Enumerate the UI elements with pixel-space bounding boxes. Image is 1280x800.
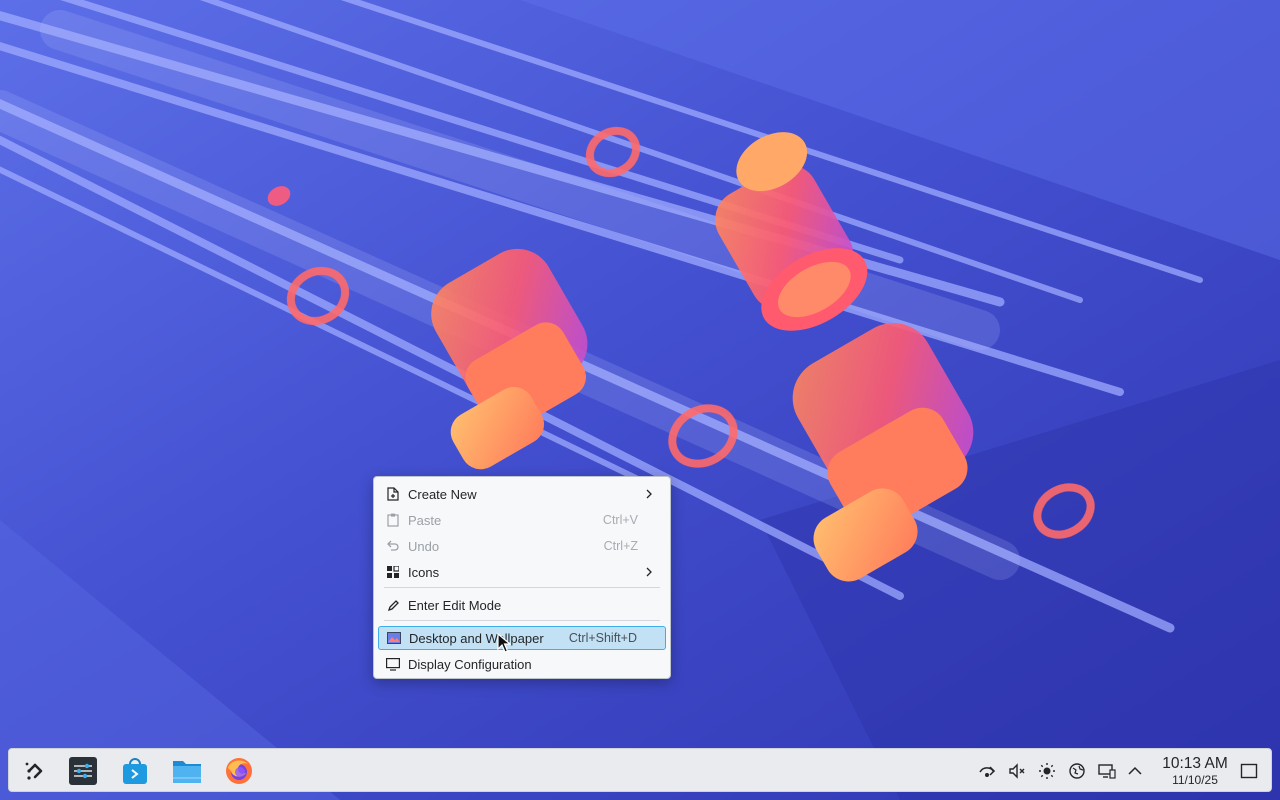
discover-button[interactable] — [119, 755, 151, 787]
system-settings-button[interactable] — [67, 755, 99, 787]
desktop-wallpaper — [0, 0, 1280, 800]
menu-item-shortcut: Ctrl+Z — [603, 539, 638, 553]
tray-volume[interactable] — [1007, 761, 1027, 781]
edit-pencil-icon — [386, 598, 400, 612]
menu-item-display-configuration[interactable]: Display Configuration — [378, 652, 666, 676]
create-new-icon — [386, 487, 400, 501]
menu-item-shortcut: Ctrl+Shift+D — [568, 631, 637, 645]
show-desktop-button[interactable] — [1239, 761, 1259, 781]
clock-date[interactable]: 11/10/25 — [1155, 773, 1235, 787]
dolphin-file-manager-button[interactable] — [171, 755, 203, 787]
menu-item-desktop-and-wallpaper[interactable]: Desktop and Wallpaper Ctrl+Shift+D — [378, 626, 666, 650]
menu-separator — [384, 620, 660, 621]
undo-icon — [386, 539, 400, 553]
network-icon — [979, 766, 996, 777]
menu-item-paste[interactable]: Paste Ctrl+V — [378, 508, 666, 532]
paste-icon — [386, 513, 400, 527]
settings-sliders-icon — [69, 757, 97, 785]
chevron-up-icon — [1128, 766, 1142, 775]
tray-globe[interactable] — [1067, 761, 1087, 781]
show-desktop-icon — [1240, 763, 1258, 779]
menu-item-enter-edit-mode[interactable]: Enter Edit Mode — [378, 593, 666, 617]
icons-grid-icon — [386, 565, 400, 579]
kde-launcher-icon — [25, 762, 43, 780]
brightness-icon — [1039, 763, 1055, 779]
tray-expand[interactable] — [1125, 761, 1145, 781]
firefox-icon — [226, 758, 252, 784]
menu-item-label: Enter Edit Mode — [408, 597, 502, 613]
menu-item-label: Icons — [408, 564, 440, 580]
display-icon — [386, 657, 400, 671]
chevron-right-icon — [642, 564, 656, 580]
menu-item-create-new[interactable]: Create New — [378, 482, 666, 506]
chevron-right-icon — [642, 486, 656, 502]
firefox-button[interactable] — [223, 755, 255, 787]
wallpaper-icon — [387, 631, 401, 645]
tray-display[interactable] — [1097, 761, 1117, 781]
menu-item-shortcut: Ctrl+V — [602, 513, 638, 527]
clock-time[interactable]: 10:13 AM — [1155, 755, 1235, 773]
menu-item-icons[interactable]: Icons — [378, 560, 666, 584]
menu-item-label: Display Configuration — [408, 656, 532, 672]
globe-icon — [1069, 763, 1085, 779]
folder-icon — [173, 761, 201, 783]
menu-item-undo[interactable]: Undo Ctrl+Z — [378, 534, 666, 558]
menu-separator — [384, 587, 660, 588]
application-launcher-button[interactable] — [19, 755, 51, 787]
display-tray-icon — [1098, 764, 1116, 779]
discover-bag-icon — [123, 758, 147, 784]
volume-muted-icon — [1009, 763, 1025, 779]
menu-item-label: Desktop and Wallpaper — [409, 630, 544, 646]
tray-network[interactable] — [977, 761, 997, 781]
menu-item-label: Create New — [408, 486, 477, 502]
taskbar-panel: 10:13 AM 11/10/25 — [8, 748, 1272, 792]
menu-item-label: Paste — [408, 512, 442, 528]
mouse-cursor-icon — [497, 633, 511, 653]
desktop-context-menu: Create New Paste Ctrl+V Undo Ctrl+Z Icon… — [373, 476, 671, 679]
tray-brightness[interactable] — [1037, 761, 1057, 781]
menu-item-label: Undo — [408, 538, 440, 554]
